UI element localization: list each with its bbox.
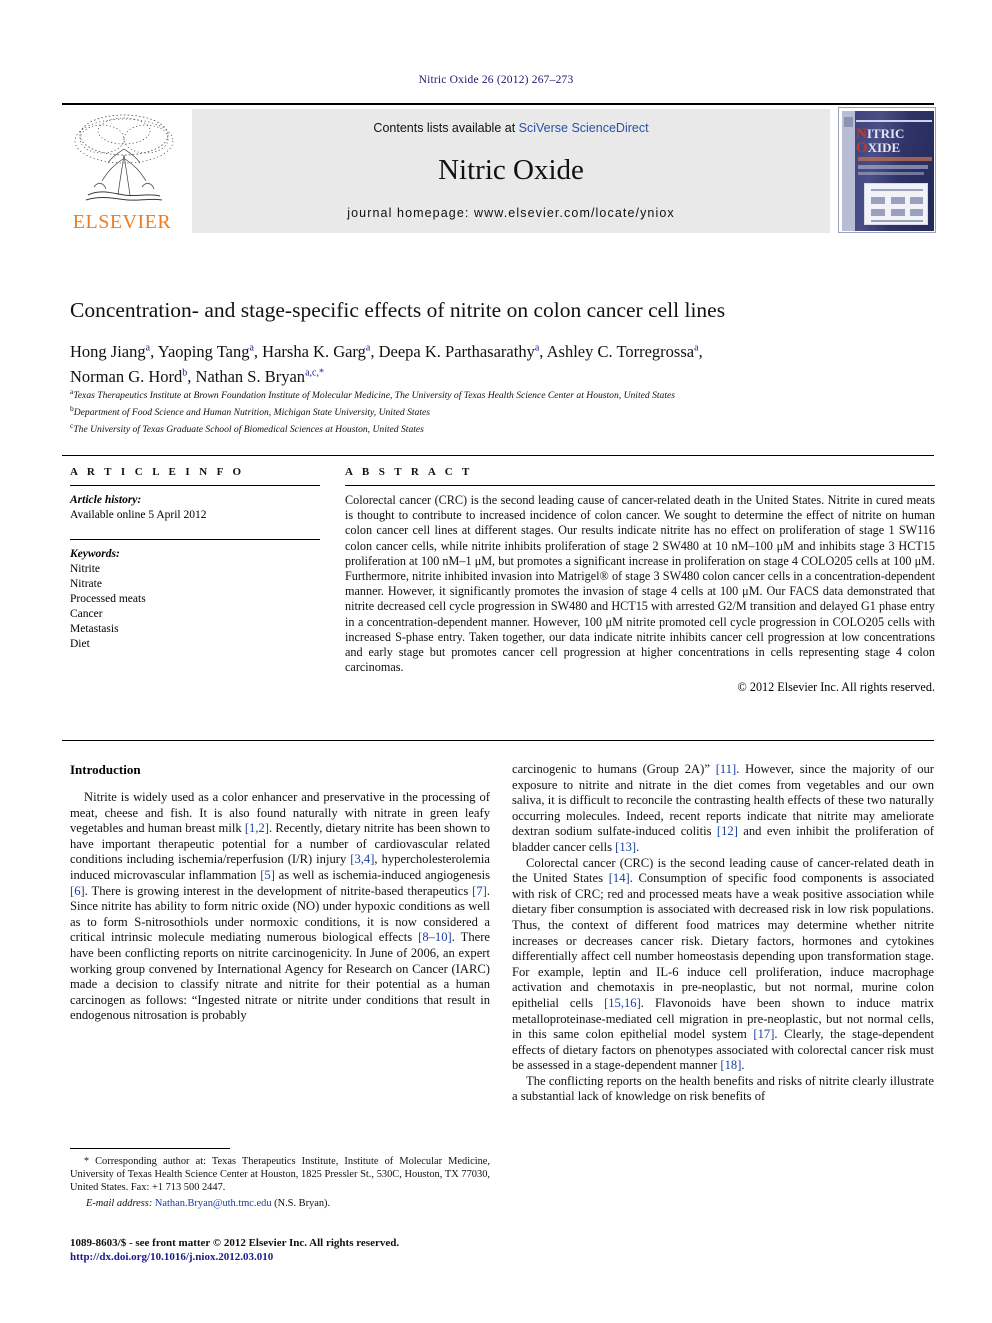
- body-column-right: carcinogenic to humans (Group 2A)” [11].…: [512, 762, 934, 1105]
- journal-cover-thumbnail: NITRIC OXIDE: [838, 107, 936, 233]
- author-line-2: Norman G. Hordb, Nathan S. Bryana,c,*: [70, 367, 324, 386]
- contents-prefix: Contents lists available at: [373, 121, 519, 135]
- journal-title: Nitric Oxide: [438, 154, 584, 186]
- introduction-paragraph-1-continued: carcinogenic to humans (Group 2A)” [11].…: [512, 762, 935, 854]
- footnote-rule: [70, 1148, 230, 1149]
- introduction-paragraph-1: Nitrite is widely used as a color enhanc…: [70, 790, 491, 1023]
- elsevier-wordmark: ELSEVIER: [72, 211, 172, 233]
- affiliation-text-c: The University of Texas Graduate School …: [73, 423, 424, 435]
- introduction-heading: Introduction: [70, 762, 141, 777]
- contents-available-line: Contents lists available at SciVerse Sci…: [192, 121, 830, 135]
- affiliation-a: aTexas Therapeutics Institute at Brown F…: [70, 386, 934, 403]
- corresponding-author-text: Corresponding author at: Texas Therapeut…: [70, 1156, 490, 1194]
- affiliation-list: aTexas Therapeutics Institute at Brown F…: [70, 386, 934, 436]
- cover-cap-o: O: [856, 140, 868, 156]
- keyword-item: Metastasis: [70, 623, 119, 635]
- keywords-label: Keywords:: [70, 548, 120, 560]
- cover-rest-itric: ITRIC: [866, 126, 905, 141]
- corresponding-author-footnote: * Corresponding author at: Texas Therape…: [70, 1155, 490, 1210]
- keyword-item: Nitrate: [70, 578, 102, 590]
- journal-article-page: Nitric Oxide 26 (2012) 267–273 ELSEVIER …: [0, 0, 992, 1323]
- keyword-item: Nitrite: [70, 563, 101, 575]
- article-info-rule: [70, 485, 320, 486]
- article-info-column: A R T I C L E I N F O Article history: A…: [70, 466, 320, 652]
- introduction-paragraph-2: Colorectal cancer (CRC) is the second le…: [512, 855, 935, 1073]
- imprint-line: 1089-8603/$ - see front matter © 2012 El…: [70, 1237, 400, 1249]
- affiliation-text-b: Department of Food Science and Human Nut…: [73, 406, 430, 418]
- journal-homepage[interactable]: journal homepage: www.elsevier.com/locat…: [192, 206, 830, 220]
- email-address-link[interactable]: Nathan.Bryan@uth.tmc.edu: [155, 1198, 272, 1209]
- cover-diagram-icon: [864, 183, 928, 225]
- author-list: Hong Jianga, Yaoping Tanga, Harsha K. Ga…: [70, 337, 934, 388]
- article-title: Concentration- and stage-specific effect…: [70, 298, 726, 322]
- keywords-rule: [70, 539, 320, 540]
- article-info-heading: A R T I C L E I N F O: [70, 466, 245, 478]
- keyword-item: Cancer: [70, 608, 103, 620]
- keyword-list: Nitrite Nitrate Processed meats Cancer M…: [70, 562, 320, 652]
- email-label: E-mail address:: [86, 1197, 153, 1209]
- email-line: E-mail address: Nathan.Bryan@uth.tmc.edu…: [70, 1197, 490, 1210]
- abstract-column: A B S T R A C T Colorectal cancer (CRC) …: [345, 466, 935, 695]
- elsevier-logo: ELSEVIER: [62, 109, 188, 233]
- contents-bar: Contents lists available at SciVerse Sci…: [192, 109, 830, 233]
- affiliation-b: bDepartment of Food Science and Human Nu…: [70, 403, 934, 420]
- abstract-heading: A B S T R A C T: [345, 466, 473, 478]
- journal-masthead: ELSEVIER Contents lists available at Sci…: [62, 103, 936, 235]
- keyword-item: Processed meats: [70, 593, 146, 605]
- cover-rest-xide: XIDE: [867, 140, 901, 155]
- doi-link[interactable]: http://dx.doi.org/10.1016/j.niox.2012.03…: [70, 1250, 570, 1264]
- abstract-rule: [345, 485, 935, 486]
- elsevier-tree-icon: [74, 114, 174, 201]
- article-history-value: Available online 5 April 2012: [70, 509, 207, 521]
- info-band-bottom-rule: [62, 740, 934, 741]
- article-history-label: Article history:: [70, 494, 142, 506]
- author-line-1: Hong Jianga, Yaoping Tanga, Harsha K. Ga…: [70, 341, 703, 361]
- introduction-paragraph-3: The conflicting reports on the health be…: [512, 1073, 934, 1104]
- abstract-text: Colorectal cancer (CRC) is the second le…: [345, 493, 935, 675]
- keyword-item: Diet: [70, 638, 90, 650]
- footnote-star-marker: *: [84, 1156, 89, 1167]
- info-band-top-rule: [62, 455, 934, 456]
- affiliation-text-a: Texas Therapeutics Institute at Brown Fo…: [73, 390, 676, 402]
- email-owner: (N.S. Bryan).: [274, 1197, 331, 1209]
- body-column-left: Introduction Nitrite is widely used as a…: [70, 762, 490, 1024]
- affiliation-c: cThe University of Texas Graduate School…: [70, 420, 934, 437]
- running-head: Nitric Oxide 26 (2012) 267–273: [418, 74, 574, 86]
- cover-title-text: NITRIC OXIDE: [856, 126, 935, 156]
- sciencedirect-link[interactable]: SciVerse ScienceDirect: [519, 121, 649, 135]
- abstract-copyright: © 2012 Elsevier Inc. All rights reserved…: [737, 680, 935, 695]
